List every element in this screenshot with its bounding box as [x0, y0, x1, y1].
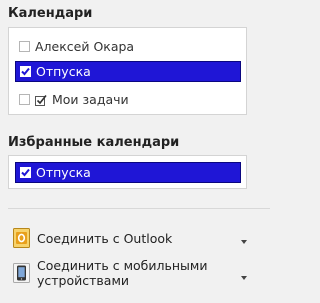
- checkmark-icon: [21, 67, 30, 76]
- favorite-checkbox-checked[interactable]: [20, 167, 31, 178]
- favorite-item-label: Отпуска: [36, 165, 91, 180]
- calendar-checkbox-checked[interactable]: [20, 66, 31, 77]
- favorite-item-otpuska[interactable]: Отпуска: [15, 162, 241, 183]
- calendar-checkbox-unchecked[interactable]: [19, 94, 30, 105]
- favorites-panel: Отпуска: [8, 155, 247, 189]
- connect-outlook-label: Соединить с Outlook: [37, 230, 173, 246]
- connect-mobile-label-line1: Соединить с мобильными: [37, 258, 208, 273]
- calendar-item-my-tasks[interactable]: Мои задачи: [15, 89, 241, 110]
- favorites-title: Избранные календари: [8, 135, 180, 150]
- checkmark-icon: [21, 168, 30, 177]
- calendar-item-label: Отпуска: [36, 64, 91, 79]
- chevron-down-icon[interactable]: [241, 240, 247, 244]
- calendar-item-label: Алексей Окара: [35, 39, 135, 54]
- calendar-checkbox-unchecked[interactable]: [19, 41, 30, 52]
- connect-mobile-link[interactable]: Соединить с мобильными устройствами: [13, 257, 255, 289]
- calendar-item-aleksey-okara[interactable]: Алексей Окара: [15, 36, 241, 57]
- chevron-down-icon[interactable]: [241, 276, 247, 280]
- connect-mobile-label: Соединить с мобильными устройствами: [37, 258, 241, 288]
- calendar-item-otpuska[interactable]: Отпуска: [15, 61, 241, 82]
- section-divider: [8, 208, 270, 209]
- connect-mobile-label-line2: устройствами: [37, 273, 129, 288]
- outlook-icon: [13, 228, 30, 248]
- mobile-phone-icon: [13, 263, 30, 283]
- calendar-item-label: Мои задачи: [52, 92, 129, 107]
- calendars-title: Календари: [8, 6, 93, 21]
- task-check-icon: [35, 94, 47, 106]
- connect-outlook-link[interactable]: Соединить с Outlook: [13, 225, 255, 251]
- calendars-panel: Алексей Окара Отпуска Мои задачи: [8, 27, 247, 115]
